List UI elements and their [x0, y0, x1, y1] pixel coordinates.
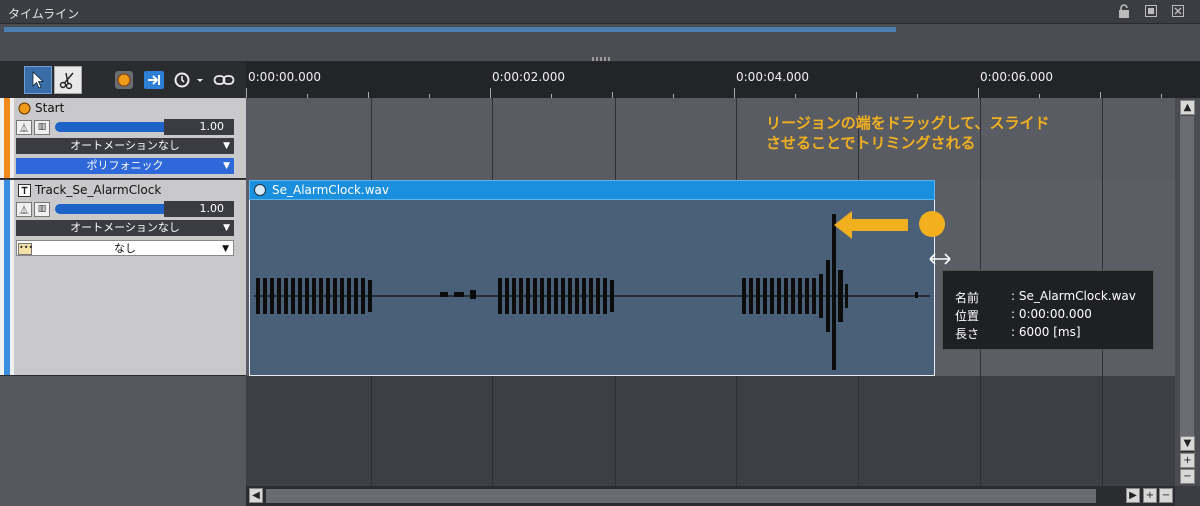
volume-row: ⏅ ▥ 1.00: [16, 201, 234, 217]
track-title: Track_Se_AlarmClock: [18, 182, 161, 198]
automation-value: オートメーションなし: [70, 221, 180, 234]
more-icon[interactable]: •••: [18, 243, 33, 255]
automation-value: オートメーションなし: [70, 139, 180, 152]
link-icon[interactable]: [210, 66, 238, 94]
annotation-text: リージョンの端をドラッグして、スライド させることでトリミングされる: [766, 113, 1050, 153]
track-name: Track_Se_AlarmClock: [35, 183, 162, 197]
horizontal-scrollbar[interactable]: ◀ ▶ + −: [246, 486, 1175, 506]
volume-slider[interactable]: [55, 120, 181, 133]
volume-value: 1.00: [164, 201, 234, 217]
vertical-scrollbar[interactable]: ▲ ▼ + −: [1175, 98, 1200, 486]
track-color-stripe: [0, 98, 14, 178]
tooltip-value: : 0:00:00.000: [1011, 307, 1092, 321]
mixer-icon[interactable]: ▥: [34, 119, 50, 135]
region-info-tooltip: 名前 : Se_AlarmClock.wav 位置 : 0:00:00.000 …: [942, 270, 1154, 350]
tooltip-key: 長さ: [955, 327, 980, 341]
arrow-left-icon: [834, 211, 945, 239]
envelope-icon[interactable]: ⏅: [16, 201, 32, 217]
envelope-icon[interactable]: ⏅: [16, 119, 32, 135]
ruler-label: 0:00:04.000: [736, 70, 809, 84]
mode-value: なし: [114, 242, 136, 255]
track-list-empty-area: [0, 376, 246, 506]
annotation-line: リージョンの端をドラッグして、スライド: [766, 114, 1050, 132]
vertical-scroll-thumb[interactable]: [1180, 116, 1194, 452]
chevron-down-icon: ▼: [223, 141, 230, 151]
ruler-label: 0:00:00.000: [248, 70, 321, 84]
mixer-icon[interactable]: ▥: [34, 201, 50, 217]
volume-value: 1.00: [164, 119, 234, 135]
splitter-grip[interactable]: [592, 57, 610, 61]
scroll-left-icon[interactable]: ◀: [249, 488, 263, 503]
chevron-down-icon: ▼: [223, 223, 230, 233]
window-titlebar: タイムライン: [0, 0, 1200, 24]
volume-row: ⏅ ▥ 1.00: [16, 119, 234, 135]
zoom-out-vertical-icon[interactable]: −: [1180, 469, 1195, 484]
lock-icon[interactable]: [1116, 4, 1132, 20]
track-name: Start: [35, 101, 65, 115]
volume-slider[interactable]: [55, 202, 181, 215]
ruler-label: 0:00:02.000: [492, 70, 565, 84]
window-title: タイムライン: [8, 7, 80, 21]
tooltip-row: 長さ : 6000 [ms]: [955, 325, 1081, 342]
scroll-right-icon[interactable]: ▶: [1126, 488, 1140, 503]
zoom-in-vertical-icon[interactable]: +: [1180, 453, 1195, 468]
tooltip-key: 名前: [955, 291, 980, 305]
mode-dropdown[interactable]: ••• なし ▼: [16, 240, 234, 256]
start-track-icon: [18, 102, 31, 114]
chevron-down-icon: ▼: [222, 244, 229, 254]
track-toolbar: [0, 62, 246, 98]
time-ruler[interactable]: 0:00:00.000 0:00:02.000 0:00:04.000 0:00…: [246, 62, 1200, 98]
tooltip-row: 名前 : Se_AlarmClock.wav: [955, 289, 1136, 306]
next-icon[interactable]: [140, 66, 168, 94]
ruler-tick: [734, 88, 735, 98]
scissors-icon[interactable]: [54, 66, 82, 94]
resize-cursor-icon: [929, 253, 951, 265]
automation-dropdown[interactable]: オートメーションなし ▼: [16, 138, 234, 154]
track-header-start[interactable]: Start ⏅ ▥ 1.00 オートメーションなし ▼ ポリフォニック ▼: [0, 98, 246, 179]
mode-dropdown[interactable]: ポリフォニック ▼: [16, 158, 234, 174]
ruler-tick: [246, 88, 247, 98]
track-color-stripe: [0, 180, 14, 375]
overview-range-bar[interactable]: [4, 27, 896, 32]
annotation-line: させることでトリミングされる: [766, 134, 976, 152]
tooltip-value: : Se_AlarmClock.wav: [1011, 289, 1136, 303]
mode-value: ポリフォニック: [86, 159, 164, 172]
audio-file-icon: [254, 184, 266, 196]
ruler-tick: [978, 88, 979, 98]
track-title: Start: [18, 100, 64, 116]
lane-empty[interactable]: [246, 376, 1175, 486]
zoom-out-horizontal-icon[interactable]: −: [1159, 488, 1173, 503]
chevron-down-icon: ▼: [223, 161, 230, 171]
timeline-overview[interactable]: [0, 24, 1200, 62]
record-icon[interactable]: [110, 66, 138, 94]
ruler-tick: [490, 88, 491, 98]
select-arrow-icon[interactable]: [24, 66, 52, 94]
tooltip-value: : 6000 [ms]: [1011, 325, 1081, 339]
region-name: Se_AlarmClock.wav: [272, 183, 389, 197]
text-track-icon: [18, 183, 31, 197]
automation-dropdown[interactable]: オートメーションなし ▼: [16, 220, 234, 236]
clock-icon[interactable]: [170, 66, 210, 94]
close-icon[interactable]: [1170, 4, 1186, 20]
scroll-up-icon[interactable]: ▲: [1180, 100, 1195, 115]
ruler-label: 0:00:06.000: [980, 70, 1053, 84]
track-header-alarmclock[interactable]: Track_Se_AlarmClock ⏅ ▥ 1.00 オートメーションなし …: [0, 180, 246, 376]
tooltip-row: 位置 : 0:00:00.000: [955, 307, 1092, 324]
tooltip-key: 位置: [955, 309, 980, 323]
maximize-icon[interactable]: [1143, 4, 1159, 20]
region-header[interactable]: Se_AlarmClock.wav: [249, 180, 935, 200]
zoom-in-horizontal-icon[interactable]: +: [1143, 488, 1157, 503]
scroll-down-icon[interactable]: ▼: [1180, 436, 1195, 451]
horizontal-scroll-thumb[interactable]: [266, 489, 1096, 503]
